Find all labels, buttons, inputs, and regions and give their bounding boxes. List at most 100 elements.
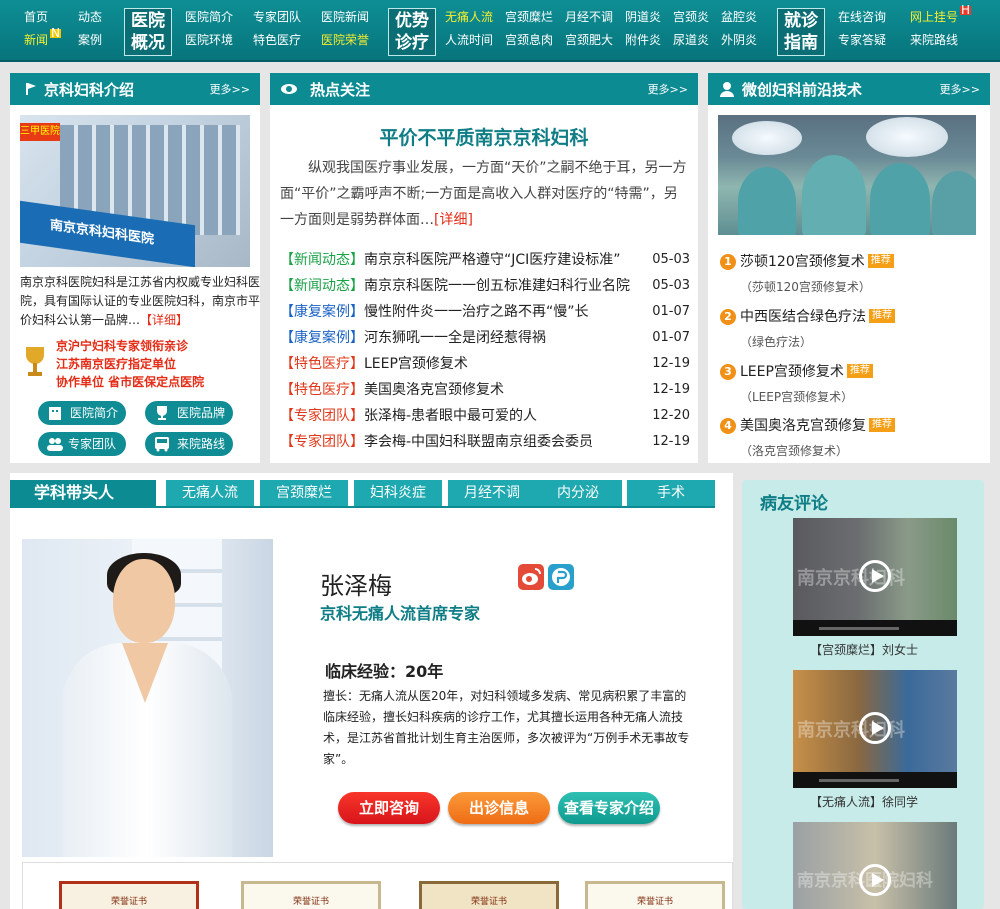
news-category[interactable]: 【专家团队】 bbox=[280, 429, 364, 455]
tab-endocrine[interactable]: 内分泌 bbox=[534, 480, 622, 506]
news-title[interactable]: 南京京科医院一一创五标准建妇科行业名院 bbox=[364, 278, 630, 294]
nav-link[interactable]: 盆腔炎 bbox=[721, 6, 757, 28]
news-title[interactable]: 慢性附件炎一一治疗之路不再“慢”长 bbox=[364, 304, 589, 320]
news-category[interactable]: 【特色医疗】 bbox=[280, 351, 364, 377]
hospital-intro-button[interactable]: 医院简介 bbox=[38, 401, 126, 425]
tab-surgery[interactable]: 手术 bbox=[627, 480, 715, 506]
news-item[interactable]: 【新闻动态】南京京科医院严格遵守“JCI医疗建设标准” 05-03 bbox=[280, 247, 690, 273]
nav-link[interactable]: 月经不调 bbox=[565, 6, 613, 28]
news-item[interactable]: 【特色医疗】美国奥洛克宫颈修复术 12-19 bbox=[280, 377, 690, 403]
video-caption[interactable]: 【无痛人流】徐同学 bbox=[810, 793, 918, 810]
nav-link[interactable]: 医院环境 bbox=[185, 29, 233, 51]
certificate-image[interactable]: 荣誉证书 bbox=[59, 881, 199, 909]
tech-item[interactable]: 1 莎顿120宫颈修复术 推荐 （莎顿120宫颈修复术） bbox=[720, 251, 980, 295]
tab-leader[interactable]: 学科带头人 bbox=[10, 480, 156, 506]
nav-link-painless[interactable]: 无痛人流 bbox=[445, 6, 493, 28]
nav-home-link[interactable]: 首页 bbox=[24, 6, 61, 28]
nav-news-link[interactable]: 新闻 N bbox=[24, 27, 61, 51]
nav-link[interactable]: 特色医疗 bbox=[253, 29, 301, 51]
play-icon[interactable] bbox=[859, 864, 891, 896]
review-video-2[interactable]: 南京京科妇科 bbox=[793, 670, 957, 788]
review-video-3[interactable]: 南京京科医院妇科 bbox=[793, 822, 957, 909]
play-icon[interactable] bbox=[859, 560, 891, 592]
news-category[interactable]: 【特色医疗】 bbox=[280, 377, 364, 403]
consult-now-button[interactable]: 立即咨询 bbox=[338, 792, 440, 824]
nav-link[interactable]: 宫颈肥大 bbox=[565, 29, 613, 51]
news-category[interactable]: 【专家团队】 bbox=[280, 403, 364, 429]
intro-detail-link[interactable]: 【详细】 bbox=[140, 313, 188, 327]
news-title[interactable]: 李会梅-中国妇科联盟南京组委会委员 bbox=[364, 434, 593, 450]
news-title[interactable]: LEEP宫颈修复术 bbox=[364, 356, 468, 372]
nav-link[interactable]: 医院新闻 bbox=[321, 6, 369, 28]
nav-link[interactable]: 专家答疑 bbox=[838, 29, 886, 51]
tech-item[interactable]: 2 中西医结合绿色疗法 推荐 （绿色疗法） bbox=[720, 306, 980, 350]
nav-link[interactable]: 人流时间 bbox=[445, 29, 493, 51]
hot-headline[interactable]: 平价不平质南京京科妇科 bbox=[270, 123, 698, 150]
tech-name[interactable]: 美国奥洛克宫颈修复 bbox=[740, 418, 866, 434]
review-video-1[interactable]: 南京京科妇科 bbox=[793, 518, 957, 636]
video-caption[interactable]: 【宫颈糜烂】刘女士 bbox=[810, 641, 918, 658]
nav-link[interactable]: 宫颈糜烂 bbox=[505, 6, 553, 28]
nav-hospital-overview[interactable]: 医院 概况 bbox=[124, 8, 172, 56]
tab-inflammation[interactable]: 妇科炎症 bbox=[354, 480, 442, 506]
view-expert-button[interactable]: 查看专家介绍 bbox=[558, 792, 660, 824]
expert-team-button[interactable]: 专家团队 bbox=[38, 432, 126, 456]
hot-more-link[interactable]: 更多>> bbox=[648, 81, 688, 97]
tech-name[interactable]: 莎顿120宫颈修复术 bbox=[740, 254, 865, 270]
surgery-image[interactable] bbox=[718, 115, 976, 235]
hospital-building-image[interactable]: 南京京科妇科医院 三甲医院 bbox=[20, 115, 250, 267]
tech-item[interactable]: 3 LEEP宫颈修复术 推荐 （LEEP宫颈修复术） bbox=[720, 361, 980, 405]
news-category[interactable]: 【康复案例】 bbox=[280, 325, 364, 351]
news-item[interactable]: 【专家团队】李会梅-中国妇科联盟南京组委会委员 12-19 bbox=[280, 429, 690, 455]
video-controls[interactable] bbox=[793, 772, 957, 788]
news-category[interactable]: 【新闻动态】 bbox=[280, 273, 364, 299]
hot-detail-link[interactable]: [详细] bbox=[434, 212, 473, 228]
nav-link[interactable]: 外阴炎 bbox=[721, 29, 757, 51]
news-item[interactable]: 【专家团队】张泽梅-患者眼中最可爱的人 12-20 bbox=[280, 403, 690, 429]
share-icon[interactable] bbox=[548, 564, 574, 590]
news-item[interactable]: 【特色医疗】LEEP宫颈修复术 12-19 bbox=[280, 351, 690, 377]
news-title[interactable]: 河东狮吼一一全是闭经惹得祸 bbox=[364, 330, 546, 346]
hospital-brand-button[interactable]: 医院品牌 bbox=[145, 401, 233, 425]
nav-link[interactable]: 宫颈炎 bbox=[673, 6, 709, 28]
nav-dynamic-link[interactable]: 动态 bbox=[78, 6, 102, 28]
nav-register-link[interactable]: 网上挂号 H bbox=[910, 4, 972, 28]
tab-menstrual[interactable]: 月经不调 bbox=[448, 480, 536, 506]
nav-link[interactable]: 来院路线 bbox=[910, 29, 971, 51]
news-title[interactable]: 张泽梅-患者眼中最可爱的人 bbox=[364, 408, 537, 424]
intro-more-link[interactable]: 更多>> bbox=[210, 81, 250, 97]
news-category[interactable]: 【新闻动态】 bbox=[280, 247, 364, 273]
nav-case-link[interactable]: 案例 bbox=[78, 29, 102, 51]
nav-link[interactable]: 在线咨询 bbox=[838, 6, 886, 28]
nav-link[interactable]: 专家团队 bbox=[253, 6, 301, 28]
tech-name[interactable]: 中西医结合绿色疗法 bbox=[740, 309, 866, 325]
nav-advantage[interactable]: 优势 诊疗 bbox=[388, 8, 436, 56]
certificate-image[interactable]: 荣誉证书 bbox=[585, 881, 725, 909]
nav-link[interactable]: 宫颈息肉 bbox=[505, 29, 553, 51]
news-item[interactable]: 【康复案例】慢性附件炎一一治疗之路不再“慢”长 01-07 bbox=[280, 299, 690, 325]
news-title[interactable]: 美国奥洛克宫颈修复术 bbox=[364, 382, 504, 398]
video-progress-bar[interactable] bbox=[819, 627, 899, 630]
news-category[interactable]: 【康复案例】 bbox=[280, 299, 364, 325]
nav-link[interactable]: 尿道炎 bbox=[673, 29, 709, 51]
news-title[interactable]: 南京京科医院严格遵守“JCI医疗建设标准” bbox=[364, 252, 621, 268]
nav-link[interactable]: 附件炎 bbox=[625, 29, 661, 51]
play-icon[interactable] bbox=[859, 712, 891, 744]
nav-link[interactable]: 阴道炎 bbox=[625, 6, 661, 28]
tech-name[interactable]: LEEP宫颈修复术 bbox=[740, 364, 844, 380]
news-item[interactable]: 【康复案例】河东狮吼一一全是闭经惹得祸 01-07 bbox=[280, 325, 690, 351]
certificate-image[interactable]: 荣誉证书 bbox=[419, 881, 559, 909]
video-controls[interactable] bbox=[793, 620, 957, 636]
nav-link-honor[interactable]: 医院荣誉 bbox=[321, 29, 369, 51]
schedule-button[interactable]: 出诊信息 bbox=[448, 792, 550, 824]
route-button[interactable]: 来院路线 bbox=[145, 432, 233, 456]
tech-more-link[interactable]: 更多>> bbox=[940, 81, 980, 97]
weibo-icon[interactable] bbox=[518, 564, 544, 590]
tab-painless[interactable]: 无痛人流 bbox=[166, 480, 254, 506]
nav-link[interactable]: 医院简介 bbox=[185, 6, 233, 28]
tech-item[interactable]: 4 美国奥洛克宫颈修复 推荐 （洛克宫颈修复术） bbox=[720, 415, 980, 459]
nav-guide[interactable]: 就诊 指南 bbox=[777, 8, 825, 56]
tab-cervical-erosion[interactable]: 宫颈糜烂 bbox=[260, 480, 348, 506]
certificate-image[interactable]: 荣誉证书 bbox=[241, 881, 381, 909]
news-item[interactable]: 【新闻动态】南京京科医院一一创五标准建妇科行业名院 05-03 bbox=[280, 273, 690, 299]
